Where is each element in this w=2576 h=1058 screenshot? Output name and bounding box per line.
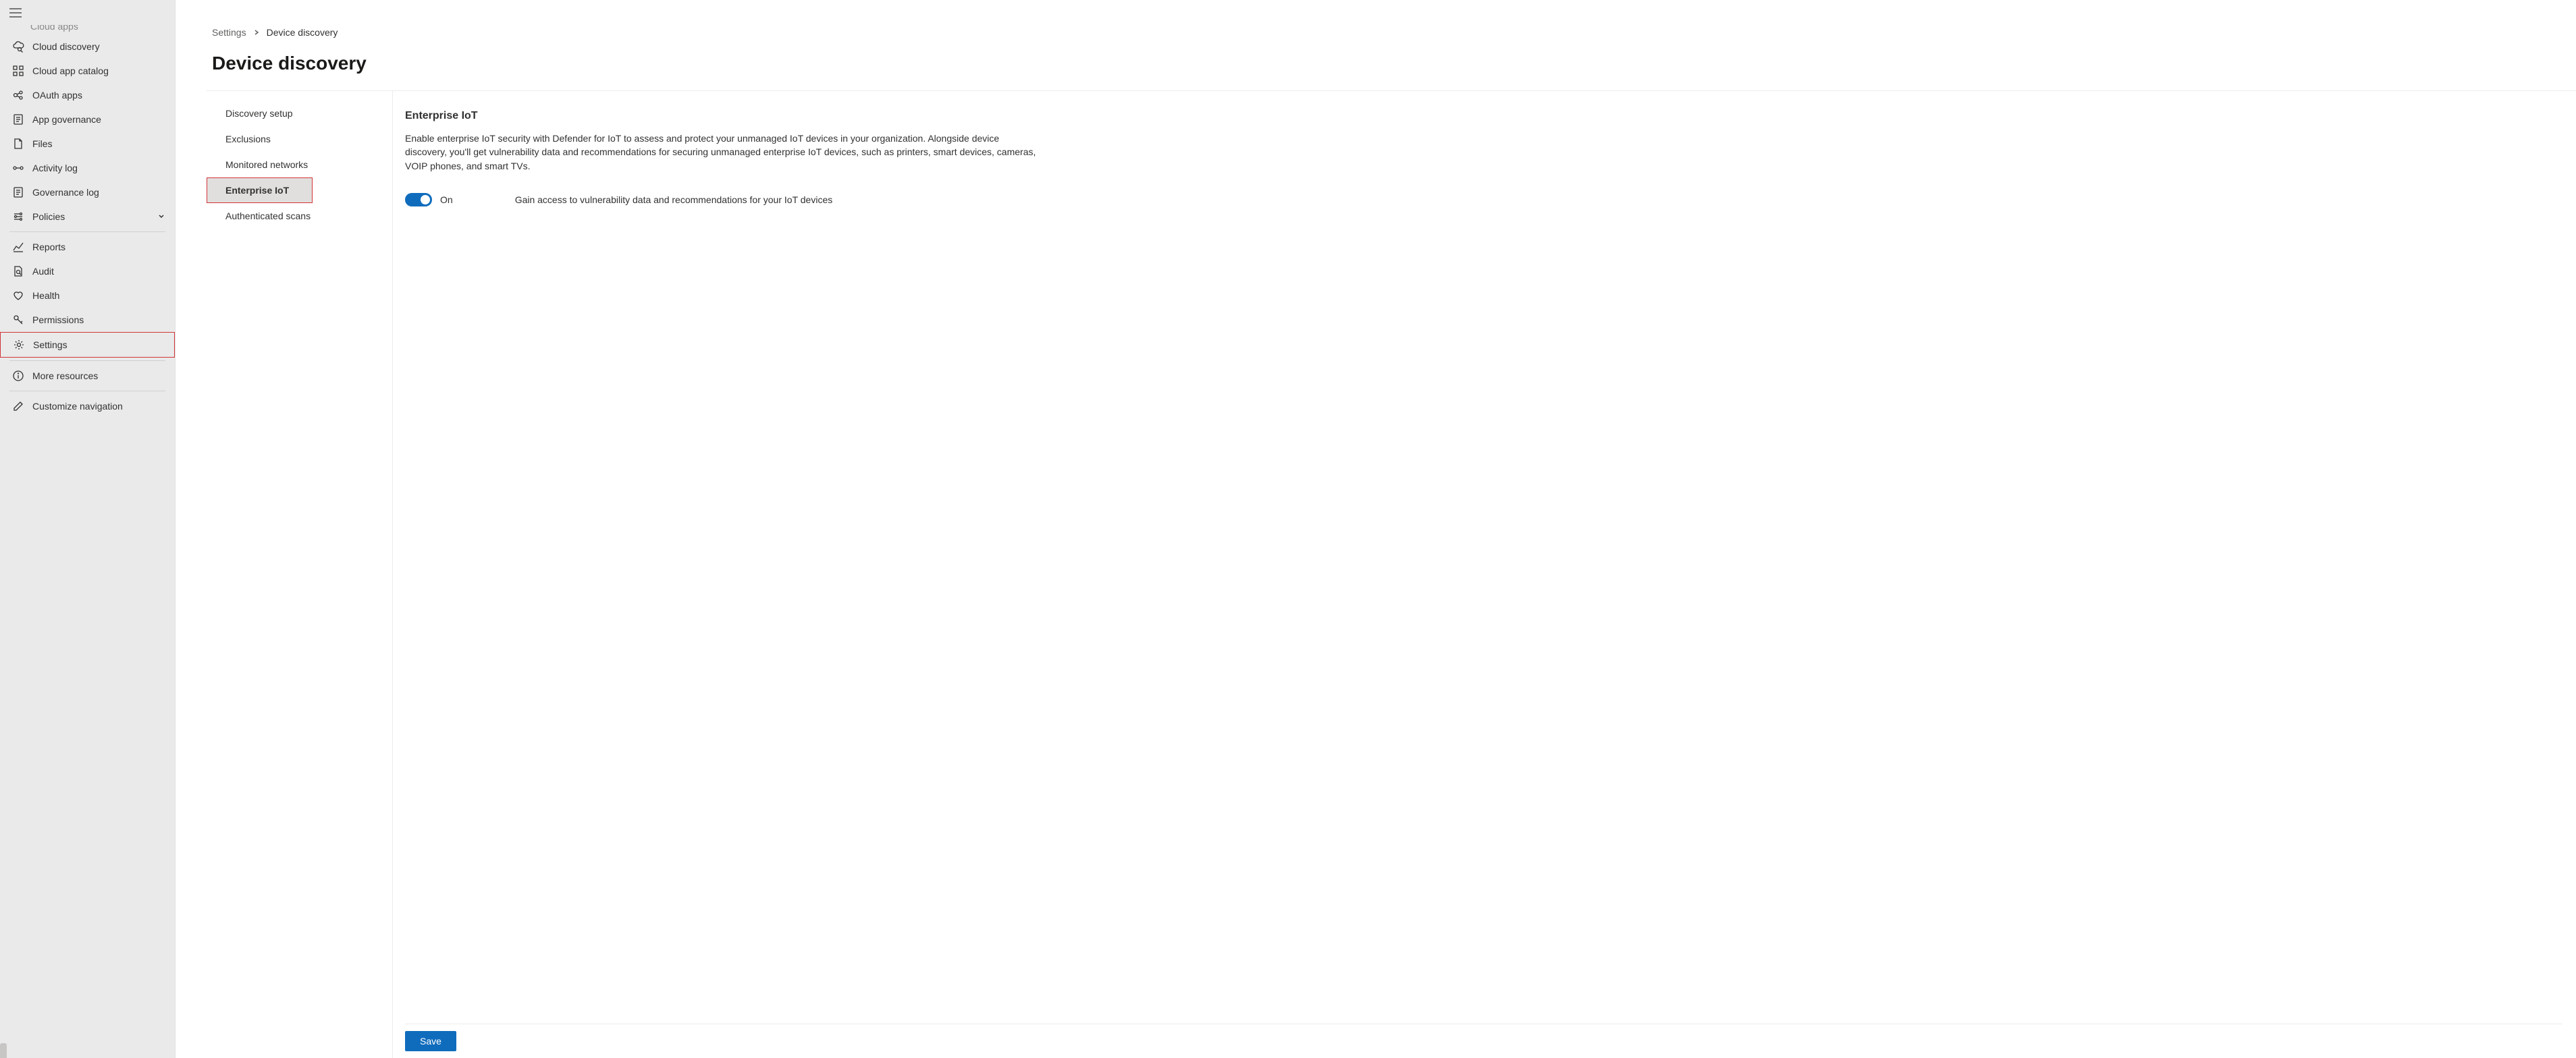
sidebar-item-audit[interactable]: Audit [0,259,175,283]
section-description: Enable enterprise IoT security with Defe… [405,132,1040,173]
subnav-item-enterprise-iot[interactable]: Enterprise IoT [207,177,313,203]
health-icon [12,289,24,302]
sidebar-item-policies[interactable]: Policies [0,204,175,229]
toggle-knob [421,195,430,204]
oauth-icon [12,89,24,101]
sidebar-item-label: Reports [32,242,165,252]
nav-divider [9,231,165,232]
sidebar-item-label: App governance [32,114,165,125]
main-content: Settings Device discovery Device discove… [176,0,2576,1058]
sidebar-item-label: Audit [32,266,165,277]
sidebar-item-label: Health [32,290,165,301]
nav-divider [9,360,165,361]
chevron-right-icon [253,27,260,38]
section-title: Enterprise IoT [405,110,2562,122]
sidebar-item-label: Policies [32,211,157,222]
subnav-item-exclusions[interactable]: Exclusions [207,126,392,152]
scrollbar-thumb[interactable] [0,1043,7,1058]
save-button[interactable]: Save [405,1031,456,1051]
sidebar-truncated-item: Cloud apps [0,25,175,34]
reports-icon [12,241,24,253]
sidebar-item-permissions[interactable]: Permissions [0,308,175,332]
breadcrumb-root[interactable]: Settings [212,27,246,38]
sidebar-item-label: Settings [33,339,165,350]
toggle-description: Gain access to vulnerability data and re… [515,194,833,205]
chevron-down-icon [157,211,165,222]
permissions-icon [12,314,24,326]
toggle-state-label: On [440,194,453,205]
sidebar-item-oauth-apps[interactable]: OAuth apps [0,83,175,107]
sidebar-item-activity-log[interactable]: Activity log [0,156,175,180]
toggle-row: On Gain access to vulnerability data and… [405,193,2562,206]
activity-icon [12,162,24,174]
enterprise-iot-toggle[interactable] [405,193,432,206]
sidebar-item-label: Governance log [32,187,165,198]
sidebar-item-label: Cloud app catalog [32,65,165,76]
sidebar-item-app-governance[interactable]: App governance [0,107,175,132]
cloud-discovery-icon [12,40,24,53]
sidebar-item-cloud-discovery[interactable]: Cloud discovery [0,34,175,59]
breadcrumb-current: Device discovery [267,27,338,38]
sidebar-item-customize-navigation[interactable]: Customize navigation [0,394,175,418]
sidebar-item-reports[interactable]: Reports [0,235,175,259]
governance-log-icon [12,186,24,198]
breadcrumb: Settings Device discovery [176,0,2576,38]
sidebar-item-label: Permissions [32,314,165,325]
sidebar-item-files[interactable]: Files [0,132,175,156]
sidebar-item-label: Cloud discovery [32,41,165,52]
governance-icon [12,113,24,126]
policies-icon [12,211,24,223]
detail-panel: Enterprise IoT Enable enterprise IoT sec… [393,91,2576,1058]
subnav-item-authenticated-scans[interactable]: Authenticated scans [207,203,392,229]
footer-bar: Save [405,1024,2562,1058]
subnav: Discovery setup Exclusions Monitored net… [207,91,393,1058]
page-title: Device discovery [176,38,2576,90]
subnav-item-discovery-setup[interactable]: Discovery setup [207,101,392,126]
sidebar-item-label: More resources [32,370,165,381]
sidebar-item-label: Customize navigation [32,401,165,412]
sidebar-item-label: Files [32,138,165,149]
sidebar-item-health[interactable]: Health [0,283,175,308]
audit-icon [12,265,24,277]
files-icon [12,138,24,150]
content-row: Discovery setup Exclusions Monitored net… [207,90,2576,1058]
sidebar: Cloud apps Cloud discovery Cloud app cat… [0,0,176,1058]
edit-icon [12,400,24,412]
sidebar-item-settings[interactable]: Settings [0,332,175,358]
sidebar-item-cloud-app-catalog[interactable]: Cloud app catalog [0,59,175,83]
hamburger-icon [9,8,22,18]
sidebar-item-governance-log[interactable]: Governance log [0,180,175,204]
info-icon [12,370,24,382]
sidebar-item-label: Activity log [32,163,165,173]
hamburger-menu[interactable] [0,3,175,25]
sidebar-item-label: OAuth apps [32,90,165,101]
gear-icon [13,339,25,351]
sidebar-item-more-resources[interactable]: More resources [0,364,175,388]
subnav-item-monitored-networks[interactable]: Monitored networks [207,152,392,177]
catalog-icon [12,65,24,77]
